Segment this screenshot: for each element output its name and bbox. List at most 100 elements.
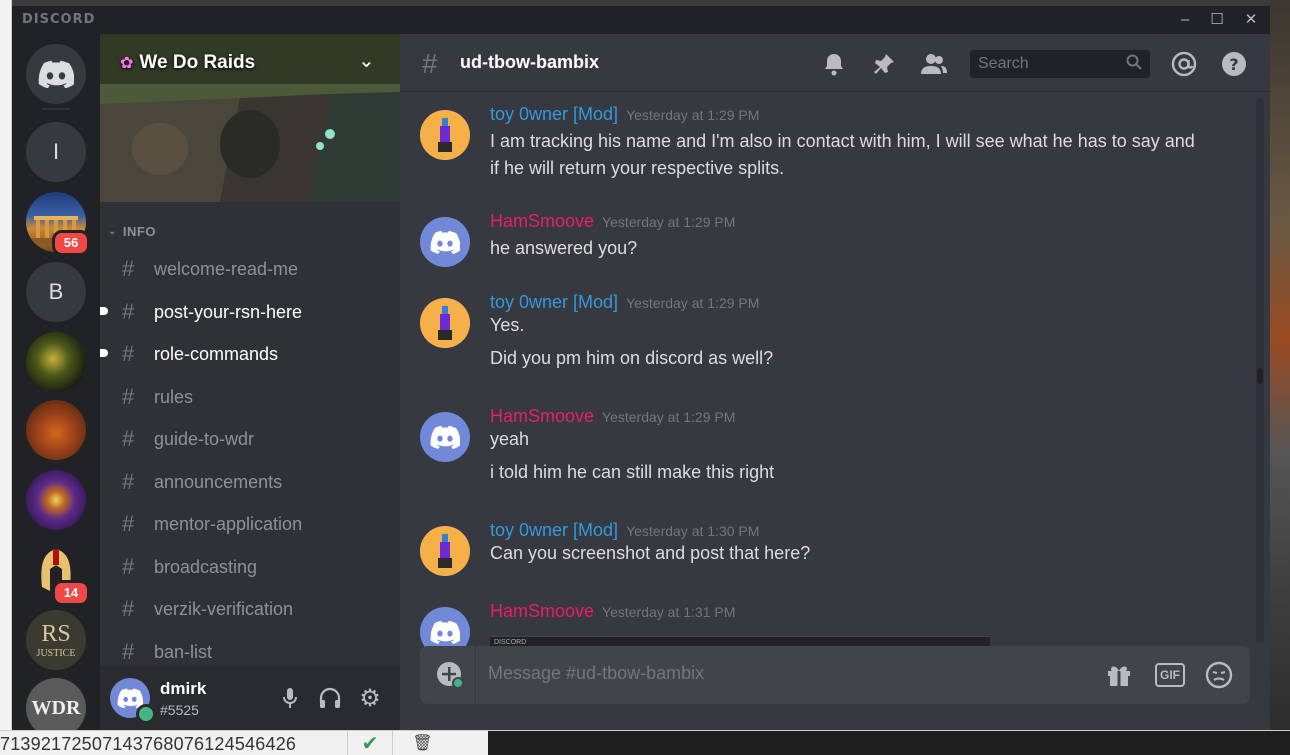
channel-label: verzik-verification (154, 598, 294, 619)
background-spreadsheet-row: 7139217250714376807612454642​6 ✔ 🗑 (0, 730, 1290, 755)
help-icon[interactable]: ? (1220, 50, 1248, 78)
chevron-down-icon: ⌄ (108, 226, 117, 237)
channel-announcements[interactable]: # announcements (108, 465, 392, 499)
channel-verzik-verification[interactable]: # verzik-verification (108, 592, 392, 626)
gif-icon[interactable]: GIF (1155, 663, 1185, 687)
home-button[interactable] (26, 44, 86, 104)
discord-avatar-icon (430, 230, 460, 254)
chat-area: # ud-tbow-bambix Search ? toy 0wner [Mod… (400, 34, 1270, 730)
maximize-button[interactable]: ☐ (1202, 10, 1232, 30)
avatar[interactable] (420, 298, 470, 348)
server-icon-eye[interactable] (26, 470, 86, 530)
channel-label: post-your-rsn-here (154, 301, 303, 322)
server-icon-rs-justice[interactable]: RS JUSTICE (26, 610, 86, 670)
category-info[interactable]: ⌄ INFO (108, 224, 156, 239)
server-subtext: JUSTICE (36, 648, 76, 659)
locked-hash-icon: # (122, 511, 135, 536)
emoji-icon[interactable] (1204, 661, 1234, 689)
message-timestamp: Yesterday at 1:29 PM (602, 409, 736, 425)
message-timestamp: Yesterday at 1:29 PM (602, 214, 736, 230)
search-icon (1126, 54, 1142, 75)
message-text: I am tracking his name and I'm also in c… (490, 131, 1195, 151)
server-icon-b[interactable]: B (26, 262, 86, 322)
message-timestamp: Yesterday at 1:30 PM (626, 523, 760, 539)
minimize-button[interactable]: – (1170, 10, 1200, 30)
channel-guide-to-wdr[interactable]: # guide-to-wdr (108, 422, 392, 456)
gift-icon[interactable] (1104, 661, 1134, 689)
close-button[interactable]: ✕ (1236, 10, 1266, 30)
server-icon-wdr[interactable]: WDR (26, 678, 86, 730)
gear-icon[interactable]: ⚙ (358, 685, 382, 712)
scrollbar[interactable] (1256, 98, 1264, 643)
channel-ban-list[interactable]: # ban-list (108, 635, 392, 669)
message-author[interactable]: toy 0wner [Mod] Yesterday at 1:29 PM (490, 292, 759, 313)
discord-avatar-icon (430, 620, 460, 644)
channel-post-your-rsn-here[interactable]: # post-your-rsn-here (100, 295, 392, 329)
search-input[interactable]: Search (970, 50, 1150, 78)
channel-label: guide-to-wdr (154, 428, 255, 449)
avatar[interactable] (420, 217, 470, 267)
avatar[interactable] (420, 526, 470, 576)
user-panel: dmirk #5525 ⚙ (100, 666, 400, 730)
hash-icon: # (122, 384, 135, 409)
server-rail: I 56 B 14 RS JUSTICE WDR (12, 34, 100, 730)
pin-icon[interactable] (870, 50, 898, 78)
server-icon-dragon[interactable] (26, 332, 86, 392)
members-icon[interactable] (920, 50, 948, 78)
scrollbar-thumb[interactable] (1257, 368, 1263, 384)
channel-label: rules (154, 386, 194, 407)
message-author[interactable]: toy 0wner [Mod] Yesterday at 1:29 PM (490, 104, 759, 125)
channel-broadcasting[interactable]: # broadcasting (108, 550, 392, 584)
message-author[interactable]: HamSmoove Yesterday at 1:31 PM (490, 601, 735, 622)
bell-icon[interactable] (820, 50, 848, 78)
channel-rules[interactable]: # rules (108, 380, 392, 414)
server-letter: B (48, 279, 64, 304)
message-author[interactable]: HamSmoove Yesterday at 1:29 PM (490, 406, 735, 427)
unread-badge: 14 (52, 580, 90, 606)
avatar[interactable] (420, 110, 470, 160)
mod-avatar-image (420, 298, 470, 348)
message-timestamp: Yesterday at 1:31 PM (602, 604, 736, 620)
server-boost-icon: ✿ (120, 55, 134, 72)
channel-mentor-application[interactable]: # mentor-application (108, 507, 392, 541)
server-text: RS (41, 621, 71, 647)
headphones-icon[interactable] (318, 686, 342, 710)
chat-header: # ud-tbow-bambix Search ? (400, 34, 1270, 92)
hash-icon: # (122, 299, 135, 324)
message-text: Yes. (490, 315, 525, 335)
channel-hash-icon: # (422, 48, 438, 79)
mod-avatar-image (420, 526, 470, 576)
message-text: he answered you? (490, 238, 638, 258)
message-text: if he will return your respective splits… (490, 158, 785, 178)
message-composer: Message #ud-tbow-bambix GIF (420, 646, 1250, 704)
avatar[interactable] (420, 412, 470, 462)
server-icon-i[interactable]: I (26, 122, 86, 182)
mention-icon[interactable] (1170, 50, 1198, 78)
svg-text:?: ? (1229, 55, 1238, 74)
message-author[interactable]: HamSmoove Yesterday at 1:29 PM (490, 211, 735, 232)
channel-label: announcements (154, 471, 283, 492)
discord-wordmark: DISCORD (22, 12, 96, 27)
server-letter: I (52, 139, 60, 164)
server-icon-stew[interactable] (26, 400, 86, 460)
channel-sidebar: ✿ We Do Raids ⌄ ⌄ INFO # welcome-read-me … (100, 34, 400, 730)
message-text: Did you pm him on discord as well? (490, 348, 774, 368)
channel-role-commands[interactable]: # role-commands (100, 337, 392, 371)
unread-indicator (100, 349, 108, 357)
unread-indicator (100, 307, 108, 315)
message-author[interactable]: toy 0wner [Mod] Yesterday at 1:30 PM (490, 520, 759, 541)
server-name-button[interactable]: ✿ We Do Raids (120, 52, 255, 74)
message-text: i told him he can still make this right (490, 462, 775, 482)
microphone-icon[interactable] (278, 686, 302, 710)
locked-hash-icon: # (122, 426, 135, 451)
locked-hash-icon: # (122, 596, 135, 621)
title-bar: DISCORD – ☐ ✕ (12, 6, 1270, 34)
message-input[interactable]: Message #ud-tbow-bambix (488, 663, 704, 684)
plus-icon[interactable] (436, 661, 464, 689)
channel-welcome-read-me[interactable]: # welcome-read-me (108, 252, 392, 286)
channel-label: broadcasting (154, 556, 258, 577)
chevron-down-icon[interactable]: ⌄ (358, 48, 375, 73)
background-game-strip (1270, 0, 1290, 755)
server-text: WDR (31, 696, 81, 719)
hash-icon: # (122, 256, 135, 281)
